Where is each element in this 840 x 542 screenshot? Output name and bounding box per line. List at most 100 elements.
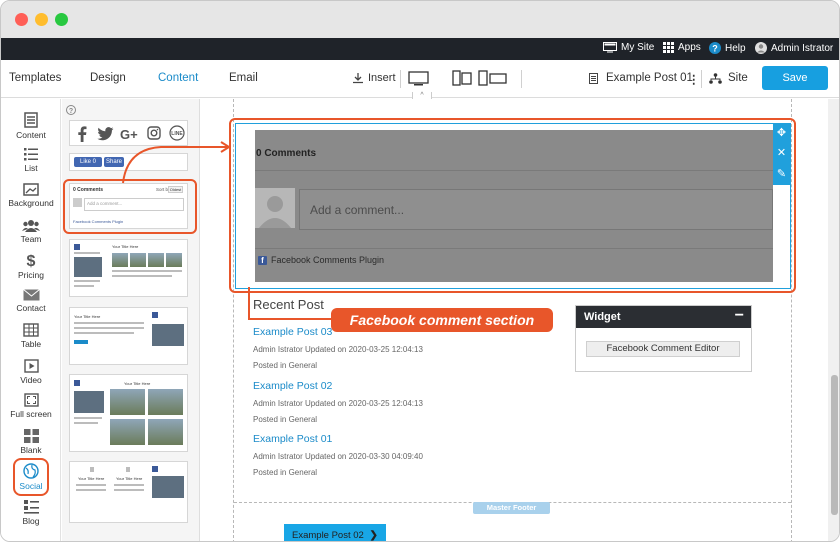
minimize-window-button[interactable] [35,13,48,26]
scrollbar-thumb[interactable] [831,375,838,515]
fullscreen-icon [23,393,39,407]
post-category: Posted in General [253,361,318,370]
user-menu[interactable]: Admin Istrator [755,42,833,54]
mobile-view-icon[interactable] [478,70,508,86]
download-icon [353,73,363,84]
post-meta: Admin Istrator Updated on 2020-03-30 04:… [253,452,423,461]
sidebar-item-fullscreen[interactable]: Full screen [1,393,61,419]
thumb-fb-badge [152,312,158,318]
tab-email[interactable]: Email [229,72,258,84]
template-thumb-three-col[interactable]: Your Title Here Your Title Here [69,461,188,523]
page-icon [589,73,598,84]
sidebar-item-content[interactable]: Content [1,112,61,140]
commenter-avatar [255,188,295,228]
thumb-image [112,253,128,267]
thumb-text-line [74,332,134,334]
thumb-text-line [76,484,106,486]
toolbar-divider [521,70,522,88]
sidebar-item-blank[interactable]: Blank [1,429,61,455]
top-nav-bar: My Site Apps ? Help Admin Istrator [1,38,839,60]
facebook-icon [78,126,87,142]
sidebar-item-label: Full screen [10,409,52,419]
post-title-link[interactable]: Example Post 03 [253,326,332,338]
help-icon: ? [709,42,721,54]
thumb-text-line [74,422,98,424]
sidebar-item-team[interactable]: Team [1,219,61,244]
help-link[interactable]: ? Help [709,42,746,54]
footer-post-button[interactable]: Example Post 02 ❯ [284,524,386,541]
site-link[interactable]: Site [728,72,748,84]
facebook-comments-widget[interactable]: 0 Comments Add a comment... f Facebook C… [255,130,773,282]
sidebar-item-list[interactable]: List [1,147,61,173]
sidebar-item-background[interactable]: Background [1,183,61,208]
canvas-scrollbar[interactable] [828,99,839,541]
sidebar-item-label: Contact [16,303,46,313]
thumb-image [110,419,145,445]
help-icon[interactable]: ? [66,105,76,115]
tab-content[interactable]: Content [158,72,198,84]
master-footer-badge[interactable]: Master Footer [473,502,550,514]
template-thumb-video-right[interactable]: Your Title Here [69,307,188,365]
thumb-text-line [74,327,144,329]
thumb-icon [126,467,130,472]
thumb-text-line [112,275,172,277]
apps-label: Apps [678,42,701,53]
sidebar-item-table[interactable]: Table [1,323,61,349]
thumb-text-line [114,489,144,491]
list-icon [24,148,38,161]
apps-link[interactable]: Apps [663,42,701,53]
facebook-plugin-credit[interactable]: f Facebook Comments Plugin [258,255,384,265]
my-site-link[interactable]: My Site [603,42,654,53]
tab-templates[interactable]: Templates [9,72,61,84]
page-options-icon[interactable]: ⋮ [688,72,700,86]
page-selector[interactable]: Example Post 01 [606,72,693,84]
facebook-comment-editor-button[interactable]: Facebook Comment Editor [586,341,740,357]
sidebar-item-blog[interactable]: Blog [1,500,61,526]
thumb-video [74,257,102,277]
divider [255,170,773,171]
move-icon[interactable]: ✥ [773,123,790,143]
thumb-video [152,324,184,346]
divider [255,248,773,249]
maximize-window-button[interactable] [55,13,68,26]
post-title-link[interactable]: Example Post 01 [253,433,332,445]
tablet-view-icon[interactable] [452,70,472,86]
element-sidebar: Content List Background Team $ Pricing C… [1,99,61,541]
template-thumb-photo-grid[interactable]: Your Title Here [69,374,188,452]
comment-input[interactable]: Add a comment... [299,189,773,230]
thumb-icon [90,467,94,472]
thumb-image [148,419,183,445]
post-title-link[interactable]: Example Post 02 [253,380,332,392]
sidebar-item-label: Table [20,339,42,349]
video-icon [23,359,39,373]
thumb-image [130,253,146,267]
svg-text:?: ? [69,108,73,115]
sidebar-item-label: Pricing [18,270,44,280]
close-window-button[interactable] [15,13,28,26]
sidebar-item-video[interactable]: Video [1,359,61,385]
sidebar-item-contact[interactable]: Contact [1,289,61,313]
delete-icon[interactable]: ✕ [773,143,790,163]
user-name: Admin Istrator [771,42,834,54]
post-category: Posted in General [253,415,318,424]
thumb-image [166,253,182,267]
desktop-view-icon[interactable] [408,71,429,86]
thumb-image [148,389,183,415]
save-button[interactable]: Save [762,66,828,90]
team-icon [22,220,40,232]
default-avatar-icon [259,196,291,228]
sidebar-item-pricing[interactable]: $ Pricing [1,252,61,280]
svg-text:?: ? [712,44,718,54]
insert-button[interactable]: Insert [352,72,396,84]
edit-icon[interactable]: ✎ [773,164,790,184]
thumb-title: Your Title Here [78,476,105,481]
callout-arrow [122,141,231,184]
thumb-button [74,340,88,344]
tab-design[interactable]: Design [90,72,126,84]
content-icon [24,112,38,128]
twitter-icon [97,127,114,141]
minimize-widget-button[interactable]: − [735,307,744,325]
plugin-label: Facebook Comments Plugin [271,255,385,265]
thumb-fb-badge [74,244,80,250]
template-thumb-video-gallery[interactable]: Your Title Here [69,239,188,297]
